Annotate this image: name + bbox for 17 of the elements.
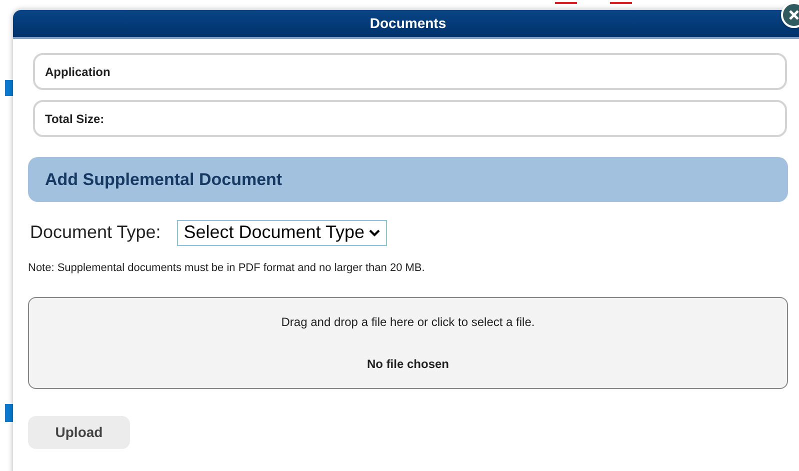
dialog-title: Documents [370, 14, 446, 33]
note-text: Note: Supplemental documents must be in PDF format and no larger than 20 MB. [28, 261, 426, 276]
page-background-bar [5, 404, 13, 422]
upload-button[interactable]: Upload [28, 416, 130, 448]
file-drop-zone[interactable]: Drag and drop a file here or click to select a file. No file chosen [28, 296, 788, 388]
file-status: No file chosen [366, 356, 449, 372]
info-label: Application [45, 64, 110, 80]
close-icon [788, 9, 799, 21]
spelling-underline [610, 2, 632, 4]
field-label: Document Type: [30, 221, 161, 244]
spelling-underline [555, 2, 577, 4]
section-title: Add Supplemental Document [45, 168, 282, 191]
chevron-down-icon [368, 228, 380, 236]
info-label: Total Size: [45, 110, 104, 128]
document-type-dropdown[interactable]: Select Document Type [176, 220, 387, 246]
page-background-bar [5, 80, 13, 96]
drop-zone-prompt: Drag and drop a file here or click to select a file. [281, 314, 535, 330]
